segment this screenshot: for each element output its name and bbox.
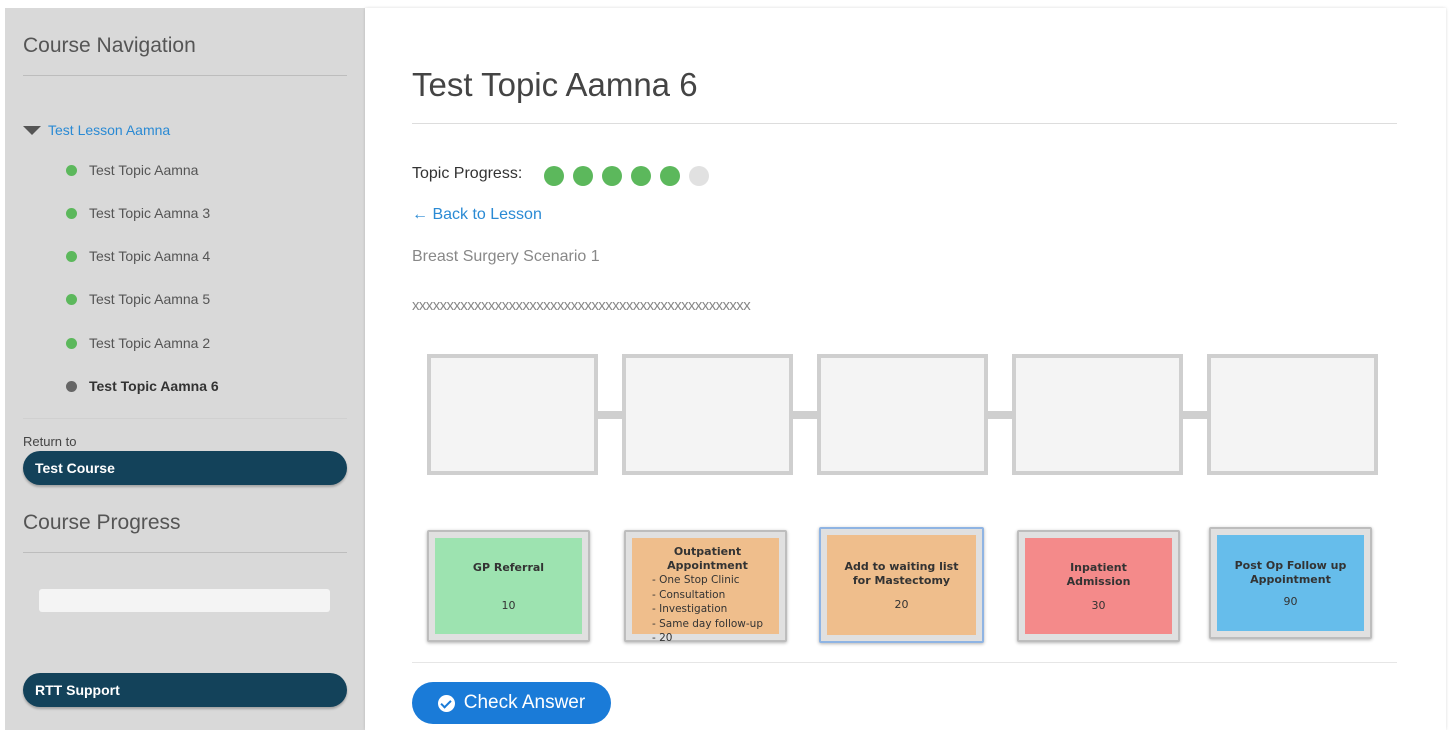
card-waiting-list[interactable]: Add to waiting list for Mastectomy 20: [819, 527, 984, 643]
progress-dot-complete: [544, 166, 564, 186]
card-item: - Consultation: [652, 588, 726, 601]
card-body: GP Referral 10: [435, 538, 582, 634]
complete-status-icon: [66, 293, 77, 305]
rtt-support-button[interactable]: RTT Support: [23, 673, 347, 707]
topic-progress-dots: [544, 166, 718, 186]
card-title: Outpatient Appointment: [667, 545, 748, 572]
progress-dot-incomplete: [689, 166, 709, 186]
card-title: Post Op Follow up Appointment: [1234, 558, 1347, 586]
card-outpatient-appointment[interactable]: Outpatient Appointment - One Stop Clinic…: [624, 530, 787, 644]
topic-label[interactable]: Test Topic Aamna 6: [89, 378, 219, 394]
card-item: - Same day follow-up: [652, 617, 763, 630]
drop-slot-1[interactable]: [427, 354, 598, 475]
course-navigation-heading: Course Navigation: [23, 34, 196, 57]
divider: [412, 123, 1397, 124]
complete-status-icon: [66, 337, 77, 349]
complete-status-icon: [66, 250, 77, 262]
drop-slot-5[interactable]: [1207, 354, 1378, 475]
check-answer-button[interactable]: Check Answer: [412, 682, 611, 724]
progress-dot-complete: [660, 166, 680, 186]
card-inpatient-admission[interactable]: Inpatient Admission 30: [1017, 530, 1180, 642]
card-body: Outpatient Appointment - One Stop Clinic…: [632, 538, 779, 644]
progress-dot-complete: [573, 166, 593, 186]
card-title: Add to waiting list for Mastectomy: [844, 559, 959, 587]
divider: [23, 75, 347, 76]
card-item: - 20: [652, 632, 673, 644]
card-item: - One Stop Clinic: [652, 574, 740, 586]
divider: [412, 662, 1397, 663]
page-title: Test Topic Aamna 6: [412, 66, 698, 103]
placeholder-text: xxxxxxxxxxxxxxxxxxxxxxxxxxxxxxxxxxxxxxxx…: [412, 297, 751, 314]
card-body: Post Op Follow up Appointment 90: [1217, 535, 1364, 631]
topic-label[interactable]: Test Topic Aamna 4: [89, 248, 210, 264]
card-title: Inpatient Admission: [1066, 560, 1131, 588]
card-value: 10: [501, 598, 516, 612]
complete-status-icon: [66, 164, 77, 176]
topic-progress-label: Topic Progress:: [412, 165, 523, 182]
divider: [23, 552, 347, 553]
topic-label[interactable]: Test Topic Aamna 5: [89, 291, 210, 307]
topic-label[interactable]: Test Topic Aamna 3: [89, 205, 210, 221]
sidebar-topic-current[interactable]: Test Topic Aamna 6: [66, 378, 219, 394]
progress-dot-complete: [631, 166, 651, 186]
test-course-button[interactable]: Test Course: [23, 451, 347, 485]
check-circle-icon: [437, 694, 455, 712]
back-to-lesson-link[interactable]: ← Back to Lesson: [412, 206, 542, 224]
card-value: 30: [1091, 598, 1106, 612]
sidebar-topic-2[interactable]: Test Topic Aamna 3: [66, 205, 210, 221]
card-title: GP Referral: [472, 560, 545, 574]
current-status-icon: [66, 380, 77, 392]
course-progress-heading: Course Progress: [23, 511, 181, 534]
course-sidebar: Course Navigation Test Lesson Aamna Test…: [5, 8, 365, 730]
card-value: 20: [894, 597, 909, 611]
topic-label[interactable]: Test Topic Aamna 2: [89, 335, 210, 351]
course-progress-bar: [39, 589, 330, 612]
divider: [23, 418, 347, 419]
card-body: Inpatient Admission 30: [1025, 538, 1172, 634]
return-to-label: Return to: [23, 434, 77, 449]
lesson-link[interactable]: Test Lesson Aamna: [48, 122, 170, 138]
lesson-toggle[interactable]: Test Lesson Aamna: [23, 122, 170, 138]
caret-down-icon[interactable]: [23, 125, 41, 135]
card-post-op-follow-up[interactable]: Post Op Follow up Appointment 90: [1209, 527, 1372, 639]
sidebar-topic-4[interactable]: Test Topic Aamna 5: [66, 291, 210, 307]
card-gp-referral[interactable]: GP Referral 10: [427, 530, 590, 642]
sidebar-topic-5[interactable]: Test Topic Aamna 2: [66, 335, 210, 351]
sidebar-topic-1[interactable]: Test Topic Aamna: [66, 162, 198, 178]
card-body: Add to waiting list for Mastectomy 20: [827, 535, 976, 635]
drop-slot-4[interactable]: [1012, 354, 1183, 475]
drop-slot-3[interactable]: [817, 354, 988, 475]
scenario-title: Breast Surgery Scenario 1: [412, 248, 600, 265]
drop-slot-2[interactable]: [622, 354, 793, 475]
complete-status-icon: [66, 207, 77, 219]
progress-dot-complete: [602, 166, 622, 186]
topic-label[interactable]: Test Topic Aamna: [89, 162, 198, 178]
sidebar-topic-3[interactable]: Test Topic Aamna 4: [66, 248, 210, 264]
check-answer-label: Check Answer: [463, 692, 586, 713]
card-item: - Investigation: [652, 603, 728, 615]
card-value: 90: [1283, 594, 1298, 608]
